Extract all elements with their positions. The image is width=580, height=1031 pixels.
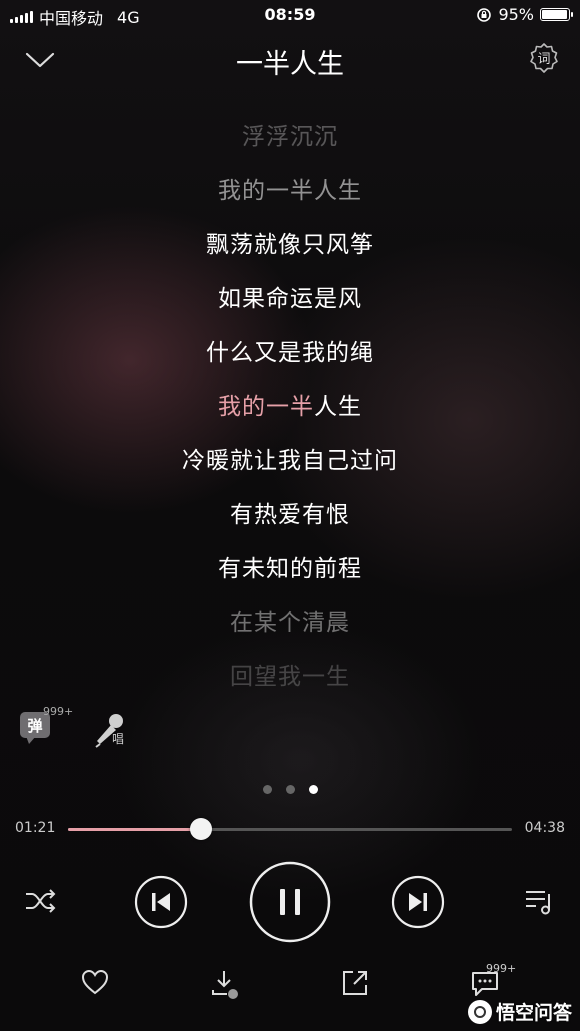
lyric-line: 回望我一生: [230, 664, 350, 690]
progress-played: [68, 828, 202, 831]
song-title: 一半人生: [236, 49, 344, 80]
comment-count-badge: 999+: [486, 962, 517, 975]
status-bar: 中国移动 4G 08:59 95%: [0, 0, 580, 30]
playback-controls: [0, 860, 580, 944]
playlist-icon: [526, 891, 550, 915]
page-dot: [285, 785, 295, 794]
pause-button[interactable]: [248, 860, 332, 944]
playback-progress: 01:21 04:38: [0, 818, 580, 840]
sing-button[interactable]: 唱: [92, 712, 128, 748]
danmu-label: 弹: [27, 717, 43, 735]
pause-icon: [249, 861, 331, 943]
share-icon: [343, 971, 367, 995]
lyric-line: 有热爱有恨: [230, 502, 350, 528]
battery-icon: [540, 8, 573, 21]
page-dot-active: [308, 785, 318, 794]
danmu-count-badge: 999+: [43, 705, 74, 718]
sung-portion: 我的一半: [218, 394, 314, 420]
total-time: 04:38: [524, 820, 565, 836]
heart-icon: [81, 969, 109, 995]
share-button[interactable]: [340, 968, 370, 1002]
unsung-portion: 人生: [314, 394, 362, 420]
lyric-line: 我的一半人生: [218, 178, 362, 204]
bubble-tail-icon: [26, 736, 36, 744]
watermark: 悟空问答: [467, 998, 572, 1025]
shuffle-button[interactable]: [24, 886, 58, 916]
danmu-button[interactable]: 弹 999+: [20, 705, 73, 744]
orientation-lock-icon: [477, 7, 492, 22]
progress-knob[interactable]: [190, 818, 213, 840]
player-header: 一半人生 词: [0, 38, 580, 82]
lyric-line: 有未知的前程: [218, 556, 362, 582]
comment-button[interactable]: 999+: [470, 962, 516, 1002]
next-button[interactable]: [391, 875, 445, 929]
current-lyric-line: 我的一半人生: [0, 380, 580, 434]
progress-track[interactable]: [68, 818, 512, 840]
lyric-button-label: 词: [537, 52, 551, 67]
lyrics-view[interactable]: 浮浮沉沉 我的一半人生 飘荡就像只风筝 如果命运是风 什么又是我的绳 我的一半人…: [0, 110, 580, 704]
skip-next-icon: [391, 875, 445, 929]
shuffle-icon: [26, 889, 56, 913]
page-indicator: [0, 785, 580, 794]
wukong-logo-icon: [467, 999, 492, 1024]
lyric-line: 什么又是我的绳: [206, 340, 374, 366]
lyric-line: 浮浮沉沉: [242, 124, 338, 150]
sing-label: 唱: [112, 732, 125, 746]
lyric-line: 如果命运是风: [218, 286, 362, 312]
playlist-button[interactable]: [523, 886, 555, 916]
lyric-settings-button[interactable]: 词: [528, 42, 560, 74]
lyric-line: 飘荡就像只风筝: [206, 232, 374, 258]
page-dot: [262, 785, 272, 794]
lyric-line: 在某个清晨: [230, 610, 350, 636]
current-time: 01:21: [15, 820, 56, 836]
like-button[interactable]: [80, 968, 110, 1000]
download-icon: [212, 971, 238, 999]
download-button[interactable]: [210, 968, 242, 1004]
lyric-line: 冷暖就让我自己过问: [182, 448, 398, 474]
previous-button[interactable]: [134, 875, 188, 929]
watermark-text: 悟空问答: [495, 1002, 572, 1024]
battery-percent: 95%: [498, 5, 534, 24]
skip-previous-icon: [134, 875, 188, 929]
